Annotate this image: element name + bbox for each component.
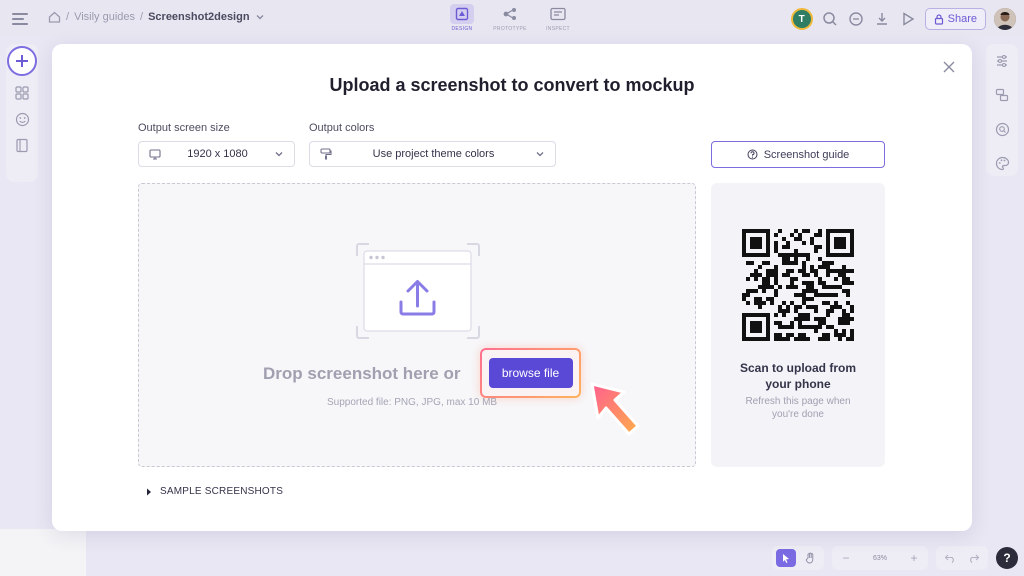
- monitor-icon: [149, 148, 161, 160]
- download-icon[interactable]: [873, 10, 891, 28]
- share-button[interactable]: Share: [924, 8, 986, 30]
- prototype-icon: [498, 4, 522, 24]
- help-circle-icon: [747, 149, 758, 160]
- cursor-icon: [783, 553, 789, 563]
- add-element-button[interactable]: [7, 46, 37, 76]
- layers-icon[interactable]: [993, 86, 1011, 104]
- top-actions: T Share: [790, 8, 1016, 30]
- qr-upload-panel: Scan to upload from your phone Refresh t…: [711, 183, 885, 467]
- upload-modal: Upload a screenshot to convert to mockup…: [52, 44, 972, 531]
- redo-icon: [970, 554, 980, 563]
- tab-prototype-label: Prototype: [493, 26, 527, 32]
- output-size-label: Output screen size: [138, 122, 230, 134]
- qr-title: Scan to upload from your phone: [739, 361, 856, 391]
- chevron-down-icon: [274, 150, 284, 158]
- pages-icon[interactable]: [13, 136, 31, 154]
- output-size-select[interactable]: 1920 x 1080: [138, 141, 295, 167]
- chevron-down-icon[interactable]: [255, 13, 265, 21]
- breadcrumb-separator: /: [140, 11, 144, 23]
- inspect-icon: [546, 4, 570, 24]
- hand-tool-button[interactable]: [800, 549, 820, 567]
- select-tool-button[interactable]: [776, 549, 796, 567]
- redo-button[interactable]: [964, 549, 984, 567]
- sample-screenshots-label: SAMPLE SCREENSHOTS: [160, 486, 284, 497]
- qr-code[interactable]: [742, 229, 854, 341]
- top-bar: / Visily guides / Screenshot2design Desi…: [0, 0, 1024, 38]
- hand-icon: [805, 552, 813, 564]
- tab-design-label: Design: [451, 26, 473, 32]
- comment-icon[interactable]: [847, 10, 865, 28]
- zoom-out-button[interactable]: −: [836, 549, 856, 567]
- modal-title: Upload a screenshot to convert to mockup: [329, 75, 695, 95]
- output-colors-value: Use project theme colors: [372, 148, 495, 160]
- breadcrumb: / Visily guides / Screenshot2design: [48, 11, 265, 23]
- main-menu-icon[interactable]: [10, 10, 30, 28]
- play-icon[interactable]: [899, 10, 917, 28]
- undo-icon: [944, 554, 954, 563]
- plus-icon: [16, 55, 28, 67]
- emoji-icon[interactable]: [13, 110, 31, 128]
- right-toolbar: [986, 44, 1018, 176]
- paint-roller-icon: [320, 148, 332, 160]
- help-button[interactable]: ?: [996, 547, 1018, 569]
- history-controls: [936, 546, 988, 570]
- zoom-controls: − 63% +: [832, 546, 928, 570]
- share-label: Share: [947, 13, 977, 25]
- search-icon[interactable]: [821, 10, 839, 28]
- qr-subtitle: Refresh this page when you're done: [745, 396, 851, 420]
- tab-inspect[interactable]: Inspect: [542, 4, 574, 32]
- design-icon: [450, 4, 474, 24]
- components-icon[interactable]: [13, 84, 31, 102]
- bottom-toolbar: − 63% + ?: [772, 546, 1018, 570]
- output-size-value: 1920 x 1080: [187, 148, 248, 160]
- left-toolbar: [6, 44, 38, 182]
- tab-inspect-label: Inspect: [546, 26, 570, 32]
- corner-panel: [0, 529, 86, 576]
- upload-illustration: [355, 242, 481, 340]
- breadcrumb-parent[interactable]: Visily guides: [74, 11, 135, 23]
- drop-instruction: Drop screenshot here or: [263, 364, 461, 383]
- sample-screenshots-toggle[interactable]: SAMPLE SCREENSHOTS: [146, 486, 283, 497]
- breadcrumb-separator: /: [66, 11, 70, 23]
- undo-button[interactable]: [940, 549, 960, 567]
- home-icon[interactable]: [48, 11, 61, 23]
- zoom-level[interactable]: 63%: [860, 555, 900, 562]
- collaborator-avatar[interactable]: T: [790, 8, 813, 30]
- mode-switcher: Design Prototype Inspect: [446, 4, 574, 32]
- user-avatar[interactable]: [994, 8, 1016, 30]
- zoom-inspect-icon[interactable]: [993, 120, 1011, 138]
- chevron-down-icon: [535, 150, 545, 158]
- screenshot-guide-label: Screenshot guide: [763, 148, 850, 161]
- tab-prototype[interactable]: Prototype: [493, 4, 527, 32]
- browse-highlight: browse file: [480, 348, 581, 398]
- screenshot-guide-button[interactable]: Screenshot guide: [711, 141, 885, 168]
- tab-design[interactable]: Design: [446, 4, 478, 32]
- palette-icon[interactable]: [993, 154, 1011, 172]
- pointer-arrow-icon: [584, 378, 644, 446]
- lock-icon: [934, 13, 944, 25]
- supported-files-note: Supported file: PNG, JPG, max 10 MB: [327, 397, 498, 408]
- cursor-tools: [772, 546, 824, 570]
- output-colors-label: Output colors: [309, 122, 375, 134]
- output-colors-select[interactable]: Use project theme colors: [309, 141, 556, 167]
- zoom-in-button[interactable]: +: [904, 549, 924, 567]
- browse-file-button[interactable]: browse file: [488, 358, 573, 388]
- caret-right-icon: [146, 488, 152, 496]
- breadcrumb-current[interactable]: Screenshot2design: [148, 11, 249, 23]
- sliders-icon[interactable]: [993, 52, 1011, 70]
- close-icon[interactable]: [942, 60, 956, 74]
